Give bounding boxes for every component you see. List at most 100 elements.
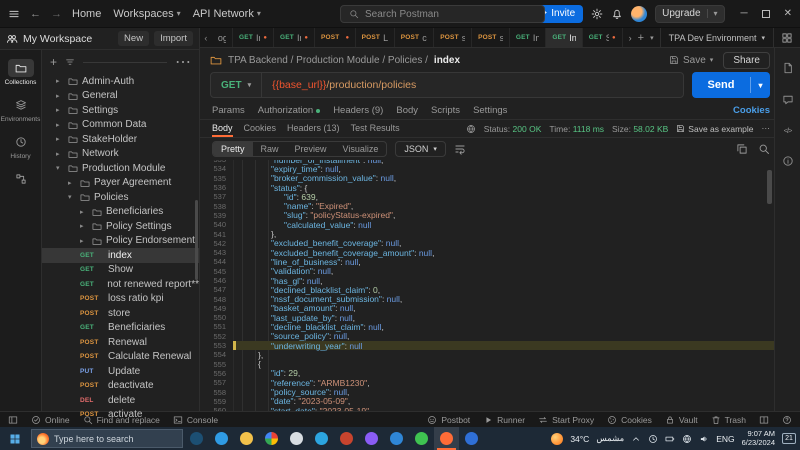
whatsapp-icon[interactable] [409,427,434,450]
request-tab-scripts[interactable]: Scripts [431,105,460,116]
rail-environments[interactable]: Environments [1,93,41,126]
nav-back-icon[interactable]: ← [30,8,41,20]
tree-request-index[interactable]: GETindex [42,248,199,263]
tree-request-store[interactable]: POSTstore [42,306,199,321]
statusbar-cookies[interactable]: Cookies [607,415,652,425]
tree-request-update[interactable]: PUTUpdate [42,364,199,379]
tree-request-delete[interactable]: DELdelete [42,393,199,408]
response-tab-test-results[interactable]: Test Results [351,120,400,137]
tree-folder-settings[interactable]: ▸Settings [42,103,199,118]
request-tab-stor[interactable]: POSTstor [434,28,472,47]
taskbar-search-input[interactable]: Type here to search [31,429,183,448]
copy-icon[interactable] [736,143,748,155]
wrap-lines-icon[interactable] [454,143,466,155]
statusbar-start-proxy[interactable]: Start Proxy [538,415,594,425]
network-globe-icon[interactable] [466,124,476,134]
statusbar-item[interactable] [782,415,792,425]
restore-button[interactable] [762,10,770,18]
weather-icon[interactable] [551,433,563,445]
upgrade-button[interactable]: Upgrade▾ [655,5,724,23]
tree-request-renewal[interactable]: POSTRenewal [42,335,199,350]
request-tab-crea[interactable]: POSTcrea [395,28,435,47]
response-tab-headers-13[interactable]: Headers (13) [287,120,340,137]
tree-request-loss-ratio-kpi[interactable]: POSTloss ratio kpi [42,292,199,307]
rail-collections[interactable]: Collections [1,56,41,89]
request-tab-cre[interactable]: POSTcre● [315,28,356,47]
rail-history[interactable]: History [1,130,41,163]
request-tab-sho[interactable]: GETSho● [583,28,623,47]
tree-folder-policies[interactable]: ▾Policies [42,190,199,205]
share-button[interactable]: Share [723,52,770,69]
user-avatar[interactable] [631,6,647,22]
bell-icon[interactable] [611,8,623,20]
volume-icon[interactable] [699,434,709,444]
tree-folder-network[interactable]: ▸Network [42,147,199,162]
url-input[interactable]: {{base_url}}/production/policies [262,79,426,91]
tree-request-activate[interactable]: POSTactivate [42,408,199,423]
request-tab-settings[interactable]: Settings [473,105,507,116]
gear-icon[interactable] [591,8,603,20]
save-as-example-button[interactable]: Save as example [676,124,753,134]
tab-options-icon[interactable]: ▾ [650,34,654,42]
hamburger-icon[interactable] [8,8,20,20]
env-quicklook-icon[interactable] [781,32,793,44]
nav-workspaces[interactable]: Workspaces▾ [113,8,180,20]
visual-studio-icon[interactable] [359,427,384,450]
rail-item[interactable] [1,167,41,191]
add-collection-button[interactable]: + [50,55,57,69]
code-snippet-icon[interactable]: </> [784,126,792,135]
vscode-icon[interactable] [384,427,409,450]
new-tab-button[interactable]: + [638,32,644,44]
search-collections-input[interactable] [83,62,167,63]
minimize-button[interactable]: ─ [741,8,748,19]
save-button[interactable]: Save▾ [669,55,713,66]
environment-selector[interactable]: TPA Dev Environment▾ [660,28,773,47]
statusbar-postbot[interactable]: Postbot [427,415,470,425]
request-tab-body[interactable]: Body [396,105,418,116]
new-button[interactable]: New [118,31,149,46]
tray-clock-icon[interactable] [648,434,658,444]
view-preview[interactable]: Preview [287,142,335,156]
network-icon[interactable] [682,434,692,444]
photos-icon[interactable] [459,427,484,450]
telegram-icon[interactable] [309,427,334,450]
tree-folder-beneficiaries[interactable]: ▸Beneficiaries [42,205,199,220]
weather-text[interactable]: مشمس [596,433,624,444]
statusbar-item[interactable] [8,415,18,425]
filter-icon[interactable] [65,57,75,67]
statusbar-item[interactable] [759,415,769,425]
info-icon[interactable] [782,155,794,167]
request-tab-params[interactable]: Params [212,105,245,116]
tree-folder-payer-agreement[interactable]: ▸Payer Agreement [42,176,199,191]
app-red-icon[interactable] [334,427,359,450]
chrome-icon[interactable] [259,427,284,450]
tabs-scroll-left-icon[interactable]: ‹ [200,28,212,47]
comments-icon[interactable] [782,94,794,106]
statusbar-runner[interactable]: Runner [483,415,525,425]
view-pretty[interactable]: Pretty [213,142,253,156]
tree-request-calculate-renewal[interactable]: POSTCalculate Renewal [42,350,199,365]
view-raw[interactable]: Raw [253,142,287,156]
tree-request-not-renewed-report[interactable]: GETnot renewed report** [42,277,199,292]
cortana-icon[interactable] [184,427,209,450]
language-indicator[interactable]: ENG [716,434,734,444]
cookies-link[interactable]: Cookies [733,105,770,116]
request-tab-headers-9[interactable]: Headers (9) [333,105,383,116]
tree-request-beneficiaries[interactable]: GETBeneficiaries [42,321,199,336]
postman-icon[interactable] [434,427,459,450]
edge-icon[interactable] [209,427,234,450]
request-tab-inde[interactable]: GETInde● [233,28,274,47]
request-tab-stor[interactable]: POSTstor [472,28,510,47]
weather-temp[interactable]: 34°C [570,434,589,444]
response-scrollbar[interactable] [767,170,772,204]
request-tab-logi[interactable]: POSTLogi [356,28,395,47]
tree-folder-production-module[interactable]: ▾Production Module [42,161,199,176]
view-visualize[interactable]: Visualize [335,142,387,156]
file-explorer-icon[interactable] [234,427,259,450]
statusbar-vault[interactable]: Vault [665,415,698,425]
tabs-scroll-right-icon[interactable]: › [629,33,632,43]
request-tab-inde[interactable]: GETInde● [274,28,315,47]
tree-request-show[interactable]: GETShow [42,263,199,278]
response-more-actions-icon[interactable]: ⋯ [762,123,771,134]
more-actions-icon[interactable]: ⋯ [175,52,191,72]
